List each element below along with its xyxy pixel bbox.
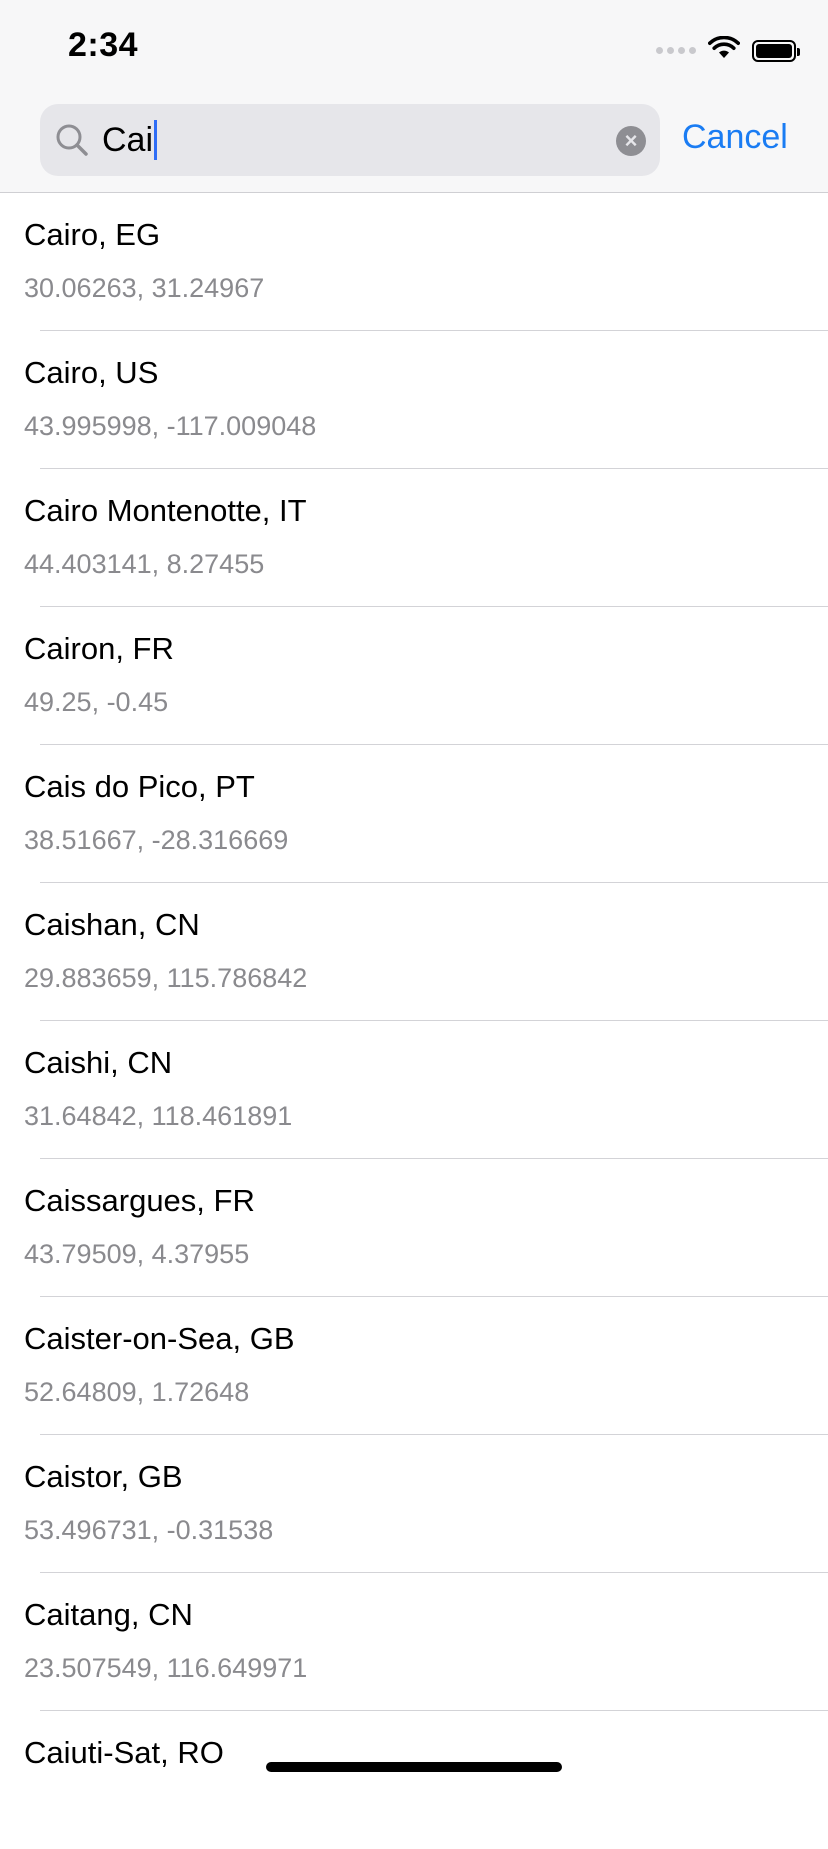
list-item-title: Cairo Montenotte, IT — [24, 493, 307, 528]
list-item-title: Caissargues, FR — [24, 1183, 255, 1218]
cancel-button[interactable]: Cancel — [682, 118, 788, 157]
list-item-coords: 52.64809, 1.72648 — [24, 1377, 250, 1407]
list-item[interactable]: Cairo, US 43.995998, -117.009048 — [0, 331, 828, 469]
list-item-coords: 43.79509, 4.37955 — [24, 1239, 250, 1269]
search-query: Cai — [102, 120, 154, 159]
list-item[interactable]: Cairon, FR 49.25, -0.45 — [0, 607, 828, 745]
search-header: 2:34 Cai × Cancel — [0, 0, 828, 193]
list-item-coords: 38.51667, -28.316669 — [24, 825, 289, 855]
list-item-coords: 29.883659, 115.786842 — [24, 963, 308, 993]
wifi-icon — [708, 35, 740, 65]
list-item-coords: 53.496731, -0.31538 — [24, 1515, 274, 1545]
list-item-coords: 49.25, -0.45 — [24, 687, 169, 717]
list-item-title: Caishan, CN — [24, 907, 200, 942]
list-item-title: Cairon, FR — [24, 631, 174, 666]
list-item-coords: 23.507549, 116.649971 — [24, 1653, 308, 1683]
search-input[interactable]: Cai — [102, 118, 158, 162]
search-field[interactable]: Cai × — [40, 104, 660, 176]
list-item-title: Caishi, CN — [24, 1045, 173, 1080]
list-item-title: Caister-on-Sea, GB — [24, 1321, 295, 1356]
status-time: 2:34 — [68, 26, 139, 64]
results-list: Cairo, EG 30.06263, 31.24967 Cairo, US 4… — [0, 193, 828, 1849]
home-indicator[interactable] — [266, 1762, 562, 1772]
list-item[interactable]: Caissargues, FR 43.79509, 4.37955 — [0, 1159, 828, 1297]
list-item[interactable]: Caiuti-Sat, RO — [0, 1711, 828, 1849]
list-item-coords: 31.64842, 118.461891 — [24, 1101, 293, 1131]
list-item-coords: 30.06263, 31.24967 — [24, 273, 265, 303]
list-item-title: Cais do Pico, PT — [24, 769, 255, 804]
search-icon — [54, 122, 90, 158]
battery-icon — [752, 39, 800, 62]
list-item-coords: 43.995998, -117.009048 — [24, 411, 317, 441]
text-caret — [154, 120, 158, 160]
list-item[interactable]: Caishan, CN 29.883659, 115.786842 — [0, 883, 828, 1021]
list-item[interactable]: Caistor, GB 53.496731, -0.31538 — [0, 1435, 828, 1573]
signal-dots-icon — [656, 47, 696, 54]
list-item[interactable]: Caitang, CN 23.507549, 116.649971 — [0, 1573, 828, 1711]
list-item-title: Caitang, CN — [24, 1597, 193, 1632]
list-item-title: Caistor, GB — [24, 1459, 183, 1494]
clear-icon[interactable]: × — [616, 126, 646, 156]
list-item[interactable]: Caishi, CN 31.64842, 118.461891 — [0, 1021, 828, 1159]
list-item-title: Cairo, US — [24, 355, 159, 390]
list-item[interactable]: Caister-on-Sea, GB 52.64809, 1.72648 — [0, 1297, 828, 1435]
list-item[interactable]: Cairo, EG 30.06263, 31.24967 — [0, 193, 828, 331]
list-item[interactable]: Cais do Pico, PT 38.51667, -28.316669 — [0, 745, 828, 883]
list-item-title: Caiuti-Sat, RO — [24, 1735, 224, 1770]
list-item-title: Cairo, EG — [24, 217, 161, 252]
list-item[interactable]: Cairo Montenotte, IT 44.403141, 8.27455 — [0, 469, 828, 607]
list-item-coords: 44.403141, 8.27455 — [24, 549, 265, 579]
status-icons — [656, 35, 800, 65]
